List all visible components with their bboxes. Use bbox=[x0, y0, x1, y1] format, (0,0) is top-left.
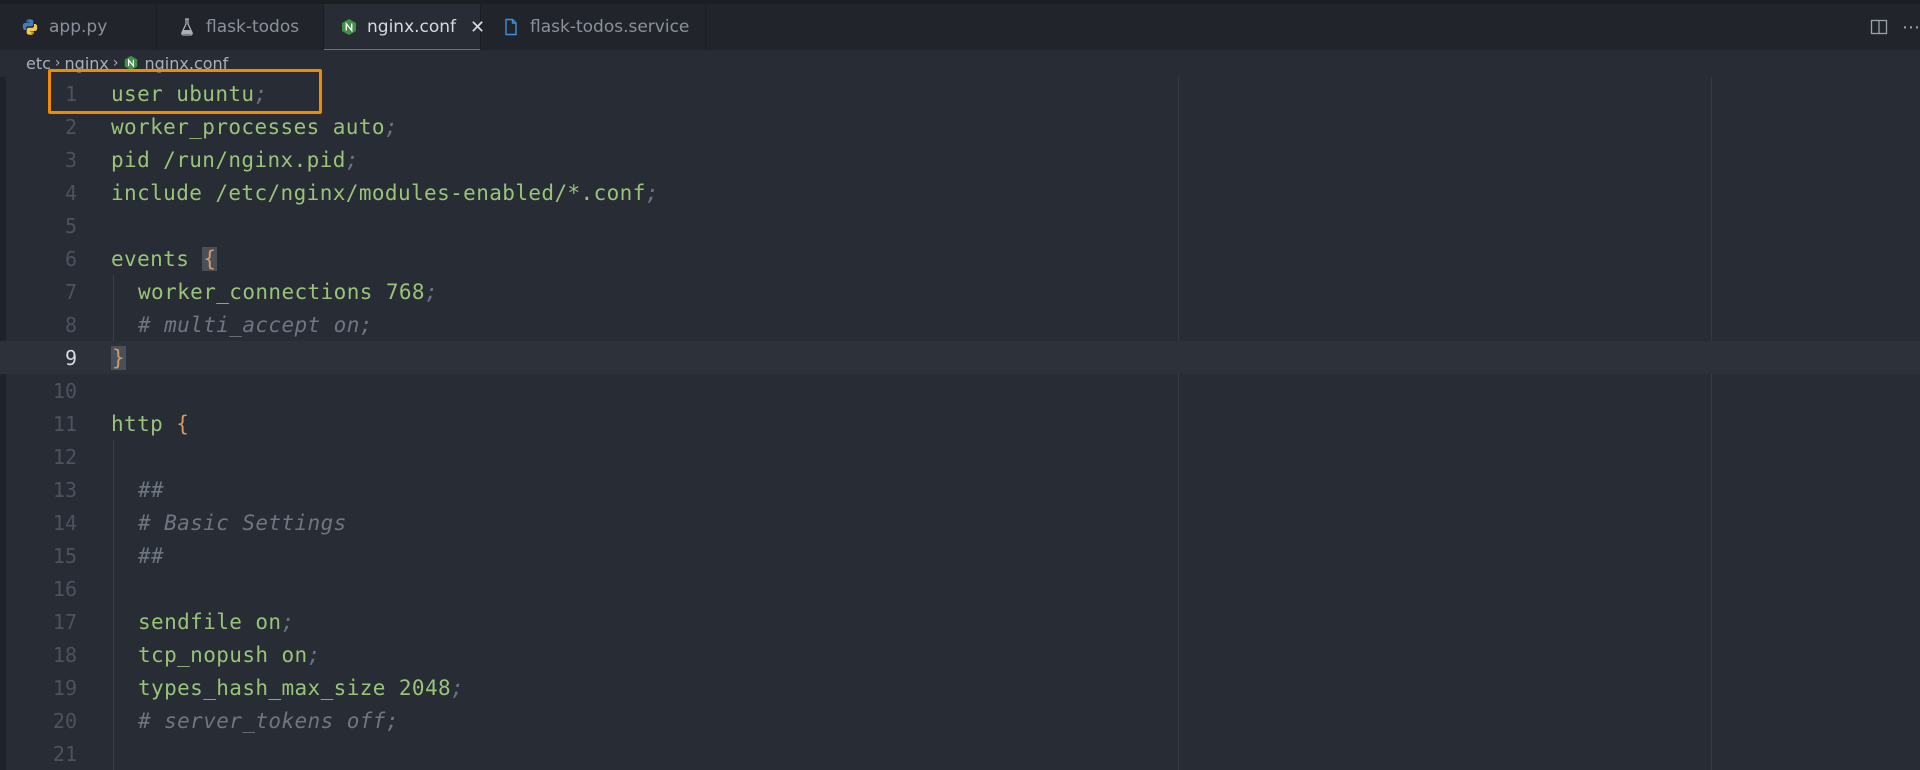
code-text: worker_connections 768 bbox=[138, 279, 425, 304]
code-line[interactable]: 17 sendfile on; bbox=[0, 605, 1920, 638]
code-editor[interactable]: 1 user ubuntu; 2 worker_processes auto; 3 pid… bbox=[0, 69, 1920, 770]
line-content: worker_connections 768; bbox=[138, 280, 438, 304]
code-comment: # Basic Settings bbox=[138, 510, 347, 535]
line-content: http { bbox=[111, 412, 189, 436]
editor-window: app.py flask-todos nginx.conf ✕ flask-to… bbox=[0, 0, 1920, 770]
tab-bar: app.py flask-todos nginx.conf ✕ flask-to… bbox=[0, 4, 1920, 50]
tab-label: nginx.conf bbox=[367, 17, 457, 37]
code-line[interactable]: 2 worker_processes auto; bbox=[0, 110, 1920, 143]
code-line[interactable]: 21 bbox=[0, 737, 1920, 770]
line-number: 8 bbox=[64, 312, 77, 337]
more-actions-icon[interactable]: ⋯ bbox=[1902, 17, 1920, 38]
code-brace: { bbox=[176, 411, 190, 436]
highlight-box bbox=[48, 69, 322, 114]
line-content: } bbox=[111, 345, 127, 370]
line-number: 18 bbox=[52, 642, 77, 667]
code-line[interactable]: 20 # server_tokens off; bbox=[0, 704, 1920, 737]
tab-label: flask-todos bbox=[206, 17, 300, 37]
line-content: ## bbox=[138, 478, 164, 502]
line-number: 17 bbox=[52, 609, 77, 634]
code-line[interactable]: 5 bbox=[0, 209, 1920, 242]
code-semicolon: ; bbox=[281, 609, 295, 634]
line-number: 5 bbox=[64, 213, 77, 238]
code-comment: ## bbox=[138, 543, 165, 568]
code-line[interactable]: 15 ## bbox=[0, 539, 1920, 572]
line-number: 10 bbox=[52, 378, 77, 403]
line-number: 2 bbox=[64, 114, 77, 139]
line-content: pid /run/nginx.pid; bbox=[111, 148, 359, 172]
code-comment: # server_tokens off; bbox=[138, 708, 399, 733]
line-number: 15 bbox=[52, 543, 77, 568]
code-line[interactable]: 4 include /etc/nginx/modules-enabled/*.co… bbox=[0, 176, 1920, 209]
code-semicolon: ; bbox=[451, 675, 465, 700]
split-editor-icon[interactable] bbox=[1870, 18, 1888, 36]
code-brace: } bbox=[111, 345, 127, 370]
code-text: types_hash_max_size 2048 bbox=[138, 675, 452, 700]
line-number: 13 bbox=[52, 477, 77, 502]
line-content: types_hash_max_size 2048; bbox=[138, 676, 464, 700]
code-line[interactable]: 10 bbox=[0, 374, 1920, 407]
code-line[interactable]: 8 # multi_accept on; bbox=[0, 308, 1920, 341]
tab-flask-todos-service[interactable]: flask-todos.service bbox=[481, 4, 706, 50]
line-content: tcp_nopush on; bbox=[138, 643, 321, 667]
code-line[interactable]: 11 http { bbox=[0, 407, 1920, 440]
code-semicolon: ; bbox=[424, 279, 438, 304]
code-semicolon: ; bbox=[384, 114, 398, 139]
line-number: 3 bbox=[64, 147, 77, 172]
tab-label: flask-todos.service bbox=[530, 17, 690, 37]
tab-flask-todos[interactable]: flask-todos bbox=[157, 4, 324, 50]
code-semicolon: ; bbox=[645, 180, 659, 205]
line-number: 16 bbox=[52, 576, 77, 601]
python-icon bbox=[20, 17, 40, 37]
tab-nginx-conf[interactable]: nginx.conf ✕ bbox=[324, 4, 485, 50]
tab-label: app.py bbox=[49, 17, 108, 37]
code-line[interactable]: 13 ## bbox=[0, 473, 1920, 506]
line-number: 19 bbox=[52, 675, 77, 700]
tab-app-py[interactable]: app.py bbox=[0, 4, 157, 50]
code-line[interactable]: 3 pid /run/nginx.pid; bbox=[0, 143, 1920, 176]
line-content: # multi_accept on; bbox=[138, 313, 373, 337]
code-comment: # multi_accept on; bbox=[138, 312, 373, 337]
line-number: 20 bbox=[52, 708, 77, 733]
line-number: 7 bbox=[64, 279, 77, 304]
line-content: # server_tokens off; bbox=[138, 709, 399, 733]
code-text: sendfile on bbox=[138, 609, 282, 634]
code-line[interactable]: 14 # Basic Settings bbox=[0, 506, 1920, 539]
flask-icon bbox=[177, 17, 197, 37]
code-line[interactable]: 9} bbox=[0, 341, 1920, 374]
line-number: 6 bbox=[64, 246, 77, 271]
code-line[interactable]: 16 bbox=[0, 572, 1920, 605]
code-semicolon: ; bbox=[307, 642, 321, 667]
code-text: events bbox=[111, 246, 203, 271]
code-semicolon: ; bbox=[345, 147, 359, 172]
code-comment: ## bbox=[138, 477, 165, 502]
line-content: sendfile on; bbox=[138, 610, 295, 634]
code-text: include /etc/nginx/modules-enabled/*.con… bbox=[111, 180, 646, 205]
code-line[interactable]: 6 events { bbox=[0, 242, 1920, 275]
code-text: worker_processes auto bbox=[111, 114, 385, 139]
line-content: ## bbox=[138, 544, 164, 568]
nginx-icon bbox=[340, 17, 358, 37]
code-text: http bbox=[111, 411, 177, 436]
line-number: 4 bbox=[64, 180, 77, 205]
line-number: 9 bbox=[64, 345, 77, 370]
editor-actions: ⋯ bbox=[1870, 4, 1920, 50]
code-text: tcp_nopush on bbox=[138, 642, 308, 667]
code-line[interactable]: 12 bbox=[0, 440, 1920, 473]
code-line[interactable]: 19 types_hash_max_size 2048; bbox=[0, 671, 1920, 704]
line-content: # Basic Settings bbox=[138, 511, 347, 535]
file-icon bbox=[501, 17, 521, 37]
code-line[interactable]: 7 worker_connections 768; bbox=[0, 275, 1920, 308]
line-number: 11 bbox=[52, 411, 77, 436]
line-number: 12 bbox=[52, 444, 77, 469]
line-content: events { bbox=[111, 246, 218, 271]
line-content: include /etc/nginx/modules-enabled/*.con… bbox=[111, 181, 659, 205]
line-number: 14 bbox=[52, 510, 77, 535]
code-line[interactable]: 18 tcp_nopush on; bbox=[0, 638, 1920, 671]
line-content: worker_processes auto; bbox=[111, 115, 398, 139]
code-text: pid /run/nginx.pid bbox=[111, 147, 346, 172]
code-brace: { bbox=[202, 246, 218, 271]
line-number: 21 bbox=[52, 741, 77, 766]
